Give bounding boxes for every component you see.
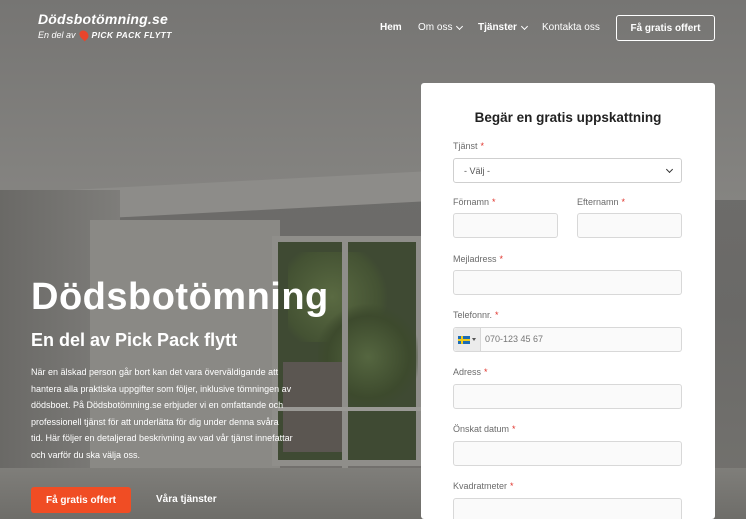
nav-label: Kontakta oss	[542, 22, 600, 33]
quote-form-card: Begär en gratis uppskattning Tjänst * - V…	[421, 83, 715, 519]
email-input[interactable]	[453, 270, 682, 295]
hero-title: Dödsbotömning	[31, 276, 329, 318]
sweden-flag-icon	[458, 335, 470, 344]
label-text: Önskat datum	[453, 424, 510, 434]
logo-title: Dödsbotömning.se	[38, 11, 168, 27]
service-label: Tjänst *	[453, 141, 484, 151]
chevron-down-icon	[456, 22, 464, 30]
chevron-down-icon	[520, 22, 528, 30]
label-text: Adress	[453, 367, 482, 377]
required-mark: *	[480, 141, 485, 151]
date-label: Önskat datum *	[453, 424, 516, 434]
date-input[interactable]	[453, 441, 682, 466]
lastname-label: Efternamn *	[577, 197, 625, 207]
nav-item-tjanster[interactable]: Tjänster	[478, 22, 528, 33]
window-mullion	[342, 242, 348, 472]
label-text: Mejladress	[453, 254, 497, 264]
lastname-input[interactable]	[577, 213, 682, 238]
hero-description: När en älskad person går bort kan det va…	[31, 367, 293, 460]
header-quote-button[interactable]: Få gratis offert	[616, 15, 715, 41]
logo-brand: PICK PACK FLYTT	[91, 30, 172, 40]
required-mark: *	[492, 197, 496, 207]
window	[272, 236, 428, 472]
service-selected-value: - Välj -	[464, 165, 491, 176]
hero-quote-button[interactable]: Få gratis offert	[31, 487, 131, 513]
label-text: Förnamn	[453, 197, 490, 207]
sqm-input[interactable]	[453, 498, 682, 519]
form-title: Begär en gratis uppskattning	[474, 110, 662, 125]
logo-sub-prefix: En del av	[38, 30, 76, 40]
sqm-label: Kvadratmeter *	[453, 481, 514, 491]
required-mark: *	[510, 481, 514, 491]
nav-label: Om oss	[418, 22, 453, 33]
label-text: Efternamn	[577, 197, 619, 207]
required-mark: *	[621, 197, 626, 207]
email-label: Mejladress *	[453, 254, 503, 264]
chevron-down-icon	[665, 165, 674, 174]
required-mark: *	[512, 424, 516, 434]
nav-label: Tjänster	[478, 22, 517, 33]
caret-down-icon	[472, 338, 476, 341]
logo-subtitle: En del av PICK PACK FLYTT	[38, 28, 172, 42]
firstname-input[interactable]	[453, 213, 558, 238]
services-link[interactable]: Våra tjänster	[156, 494, 217, 505]
nav-label: Hem	[380, 22, 402, 33]
required-mark: *	[484, 367, 488, 377]
site-header: Dödsbotömning.se En del av PICK PACK FLY…	[0, 0, 746, 58]
address-label: Adress *	[453, 367, 488, 377]
phone-label: Telefonnr. *	[453, 310, 499, 320]
required-mark: *	[495, 310, 499, 320]
service-select[interactable]: - Välj -	[453, 158, 682, 183]
address-input[interactable]	[453, 384, 682, 409]
nav-item-kontakta-oss[interactable]: Kontakta oss	[542, 22, 600, 33]
phone-input[interactable]: 070-123 45 67	[453, 327, 682, 352]
label-text: Telefonnr.	[453, 310, 493, 320]
label-text: Kvadratmeter	[453, 481, 508, 491]
balcony-rail	[278, 407, 428, 411]
phone-placeholder: 070-123 45 67	[485, 334, 544, 344]
hero-subtitle: En del av Pick Pack flytt	[31, 330, 238, 350]
nav-item-hem[interactable]: Hem	[380, 22, 402, 33]
label-text: Tjänst	[453, 141, 478, 151]
site-logo[interactable]: Dödsbotömning.se En del av PICK PACK FLY…	[38, 11, 172, 42]
required-mark: *	[499, 254, 504, 264]
country-code-select[interactable]	[454, 328, 481, 351]
location-pin-icon	[77, 28, 90, 42]
nav-item-om-oss[interactable]: Om oss	[418, 22, 464, 33]
firstname-label: Förnamn *	[453, 197, 496, 207]
